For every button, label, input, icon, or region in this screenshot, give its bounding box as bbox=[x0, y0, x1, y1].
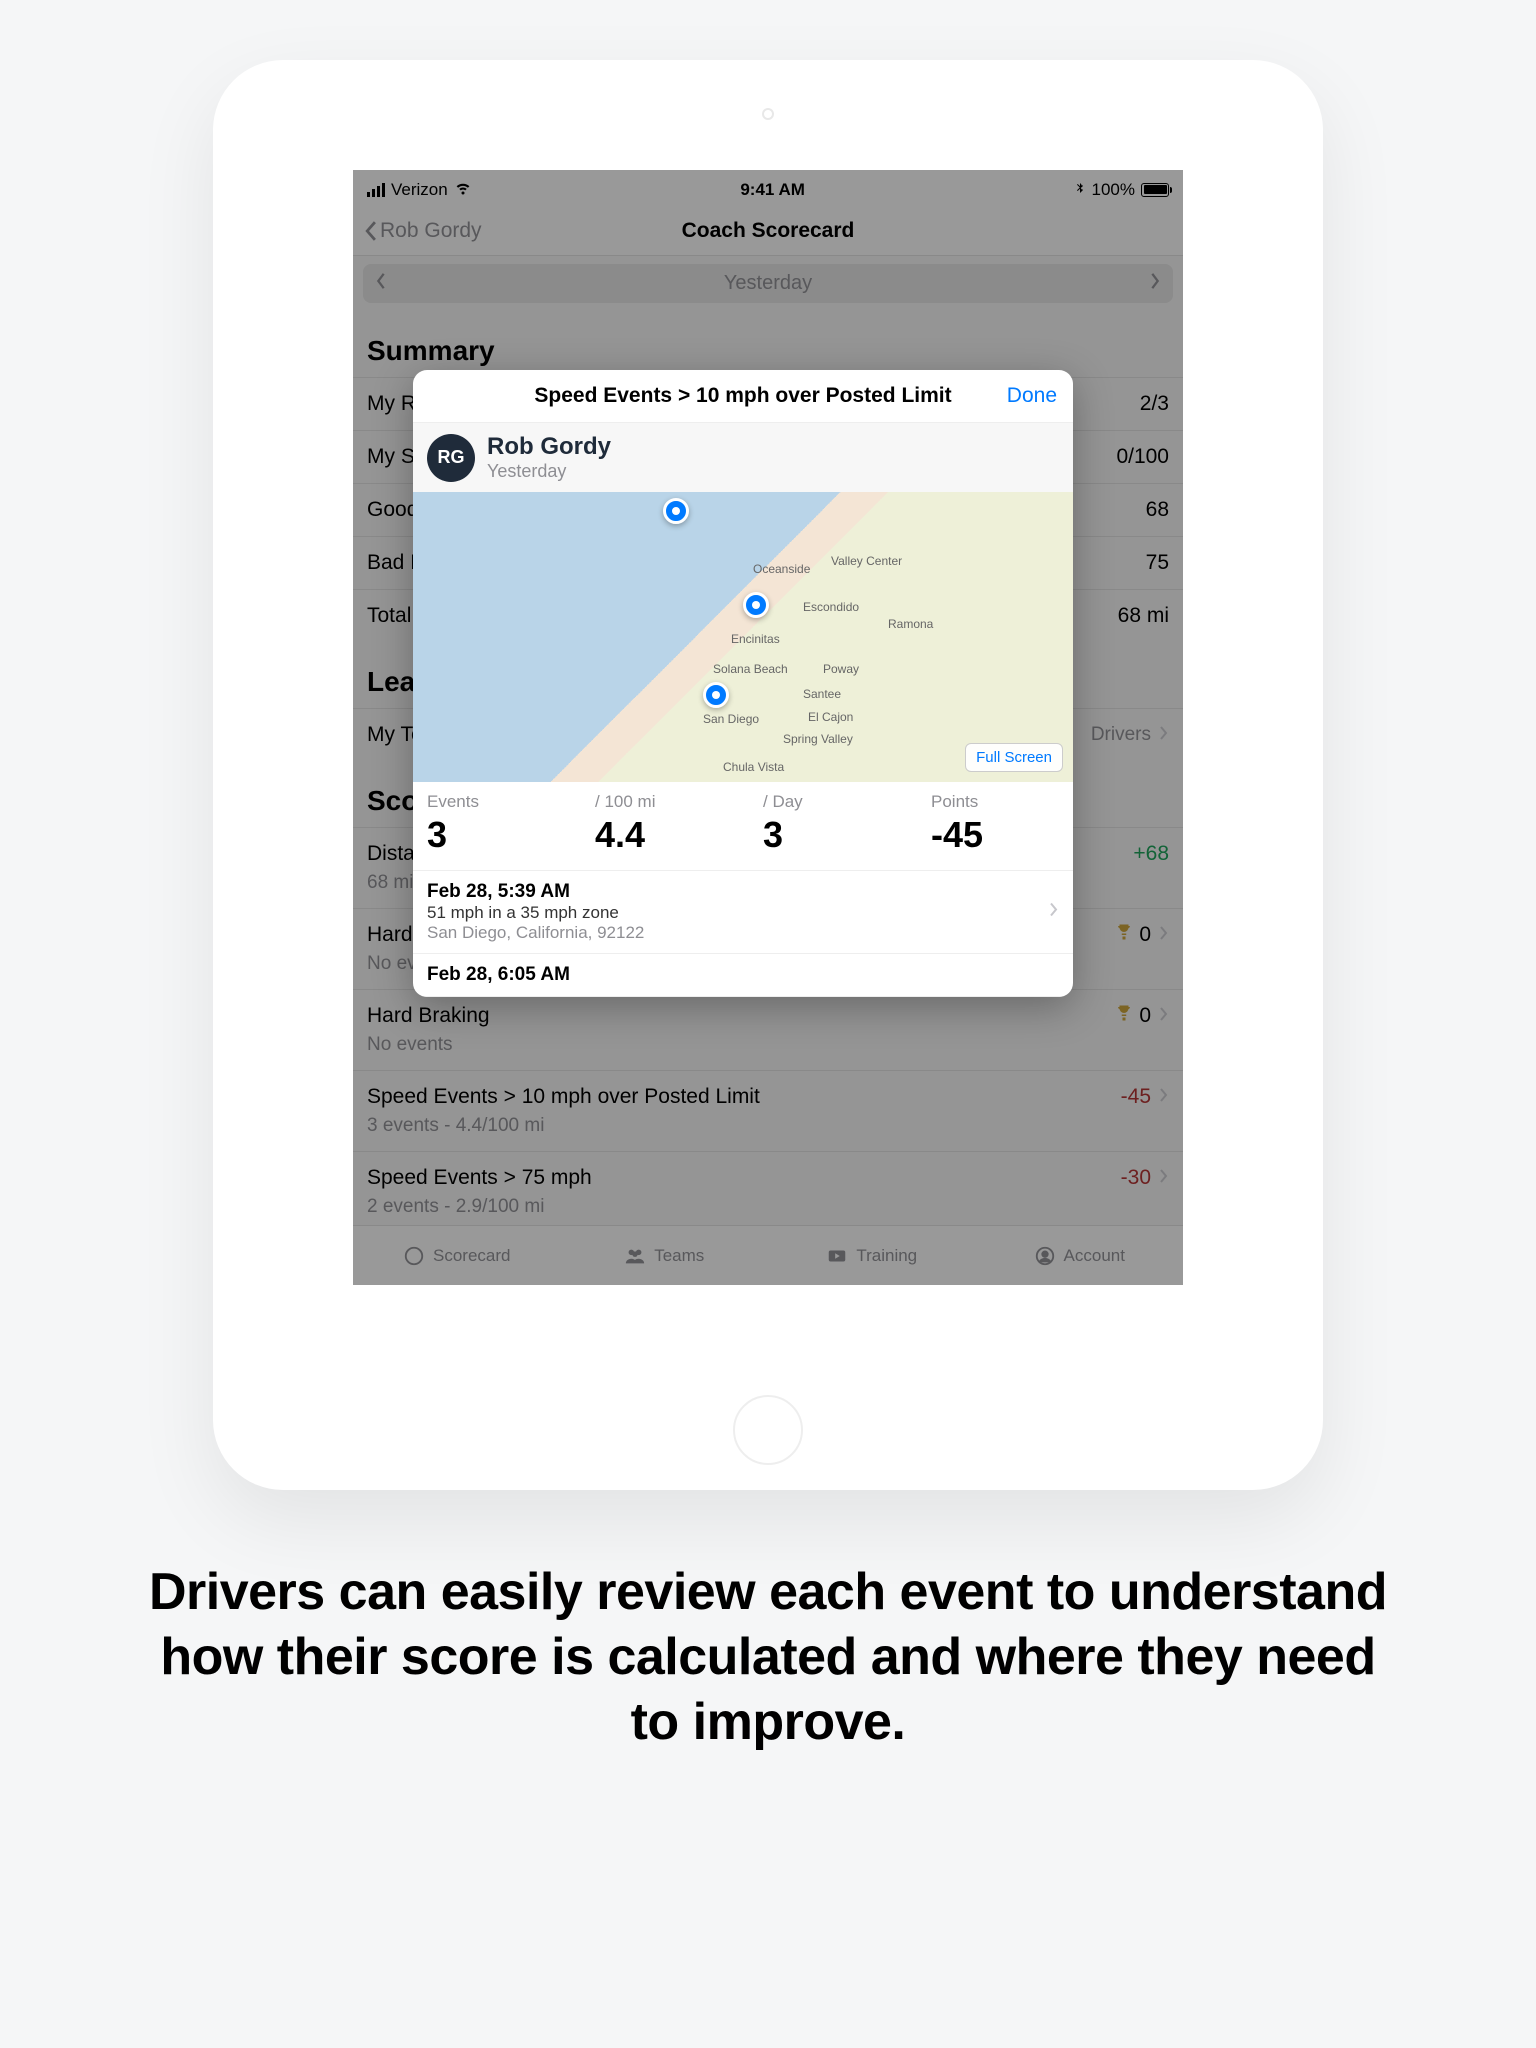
event-time: Feb 28, 5:39 AM bbox=[427, 881, 1059, 903]
stat-value: 3 bbox=[763, 814, 891, 856]
stat-item: / 100 mi4.4 bbox=[595, 792, 723, 856]
map-pin-icon[interactable] bbox=[743, 592, 769, 618]
avatar: RG bbox=[427, 434, 475, 482]
map-city-label: Solana Beach bbox=[713, 662, 788, 676]
map-city-label: Santee bbox=[803, 687, 841, 701]
map-city-label: El Cajon bbox=[808, 710, 853, 724]
map-city-label: Ramona bbox=[888, 617, 933, 631]
stat-label: / Day bbox=[763, 792, 891, 812]
home-button[interactable] bbox=[733, 1395, 803, 1465]
map-city-label: Chula Vista bbox=[723, 760, 784, 774]
stat-value: 3 bbox=[427, 814, 555, 856]
user-name: Rob Gordy bbox=[487, 433, 611, 461]
map-city-label: Escondido bbox=[803, 600, 859, 614]
ipad-frame: Verizon 9:41 AM 100% Rob Gordy Coach Sco… bbox=[213, 60, 1323, 1490]
event-location: San Diego, California, 92122 bbox=[427, 923, 1059, 943]
event-row[interactable]: Feb 28, 6:05 AM bbox=[413, 954, 1073, 997]
app-screen: Verizon 9:41 AM 100% Rob Gordy Coach Sco… bbox=[353, 170, 1183, 1285]
modal-user-row: RG Rob Gordy Yesterday bbox=[413, 422, 1073, 492]
modal-header: Speed Events > 10 mph over Posted Limit … bbox=[413, 370, 1073, 422]
stat-label: / 100 mi bbox=[595, 792, 723, 812]
map-city-label: Oceanside bbox=[753, 562, 810, 576]
stat-label: Events bbox=[427, 792, 555, 812]
modal-title: Speed Events > 10 mph over Posted Limit bbox=[534, 384, 951, 408]
event-row[interactable]: Feb 28, 5:39 AM51 mph in a 35 mph zoneSa… bbox=[413, 871, 1073, 954]
map-pin-icon[interactable] bbox=[703, 682, 729, 708]
map-city-label: San Diego bbox=[703, 712, 759, 726]
map-city-label: Spring Valley bbox=[783, 732, 853, 746]
stats-row: Events3/ 100 mi4.4/ Day3Points-45 bbox=[413, 782, 1073, 871]
chevron-right-icon bbox=[1049, 902, 1059, 923]
event-time: Feb 28, 6:05 AM bbox=[427, 964, 1059, 986]
ipad-camera bbox=[762, 108, 774, 120]
map-pin-icon[interactable] bbox=[663, 498, 689, 524]
stat-label: Points bbox=[931, 792, 1059, 812]
map-view[interactable]: Oceanside Escondido Valley Center Encinitas… bbox=[413, 492, 1073, 782]
done-button[interactable]: Done bbox=[1007, 384, 1057, 408]
event-detail: 51 mph in a 35 mph zone bbox=[427, 903, 1059, 923]
user-date: Yesterday bbox=[487, 461, 611, 482]
stat-item: / Day3 bbox=[763, 792, 891, 856]
map-city-label: Valley Center bbox=[831, 554, 902, 568]
stat-value: 4.4 bbox=[595, 814, 723, 856]
stat-item: Events3 bbox=[427, 792, 555, 856]
stat-value: -45 bbox=[931, 814, 1059, 856]
event-detail-modal: Speed Events > 10 mph over Posted Limit … bbox=[413, 370, 1073, 997]
map-city-label: Poway bbox=[823, 662, 859, 676]
marketing-caption: Drivers can easily review each event to … bbox=[148, 1560, 1388, 1755]
stat-item: Points-45 bbox=[931, 792, 1059, 856]
event-list: Feb 28, 5:39 AM51 mph in a 35 mph zoneSa… bbox=[413, 871, 1073, 997]
map-city-label: Encinitas bbox=[731, 632, 780, 646]
fullscreen-button[interactable]: Full Screen bbox=[965, 743, 1063, 772]
